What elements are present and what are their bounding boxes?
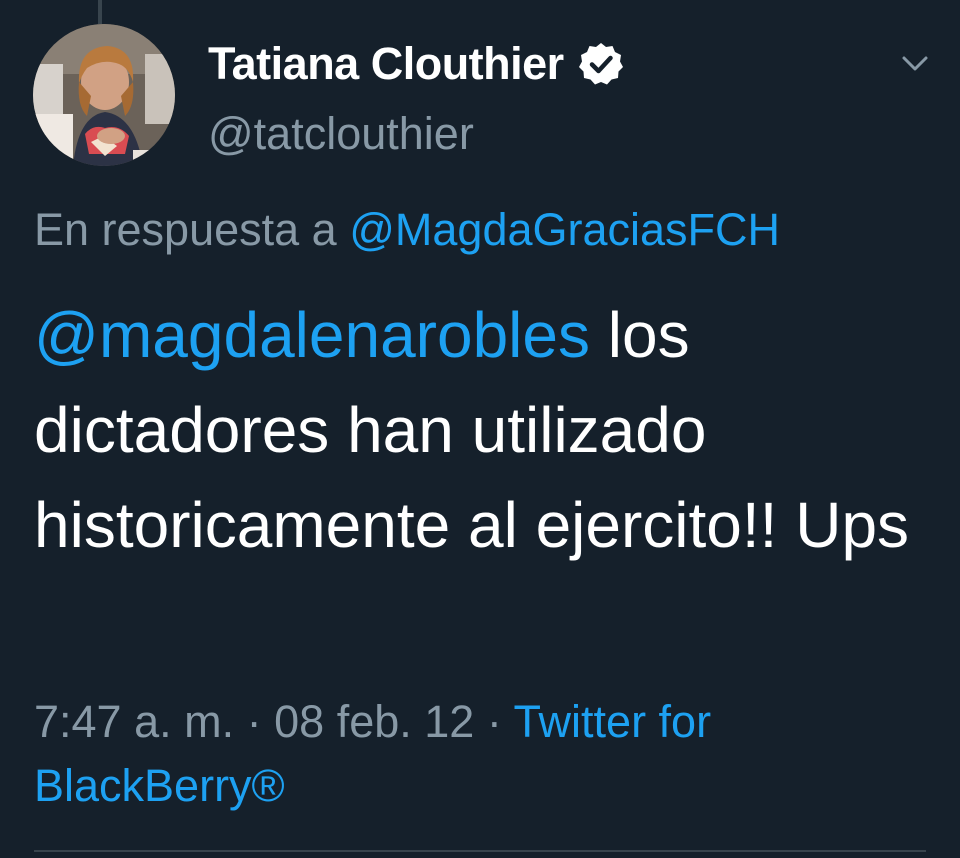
author-handle[interactable]: @tatclouthier [208, 108, 474, 160]
chevron-down-icon[interactable] [898, 48, 932, 78]
tweet-meta: 7:47 a. m. · 08 feb. 12 · Twitter for Bl… [34, 690, 934, 818]
verified-badge-icon [578, 41, 624, 87]
tweet-time[interactable]: 7:47 a. m. [34, 696, 234, 747]
author-name-row[interactable]: Tatiana Clouthier [208, 38, 624, 90]
thread-connector-line [98, 0, 102, 24]
mention-link[interactable]: @magdalenarobles [34, 299, 590, 371]
avatar[interactable] [33, 24, 175, 166]
reply-prefix: En respuesta a [34, 204, 337, 255]
reply-to-link[interactable]: @MagdaGraciasFCH [349, 204, 780, 255]
meta-separator: · [486, 696, 502, 747]
tweet-body: @magdalenarobles los dictadores han util… [34, 288, 934, 573]
avatar-photo [33, 24, 175, 166]
meta-separator: · [246, 696, 262, 747]
reply-context: En respuesta a @MagdaGraciasFCH [34, 204, 780, 256]
author-display-name[interactable]: Tatiana Clouthier [208, 38, 564, 90]
divider [34, 850, 926, 852]
tweet-date[interactable]: 08 feb. 12 [274, 696, 474, 747]
